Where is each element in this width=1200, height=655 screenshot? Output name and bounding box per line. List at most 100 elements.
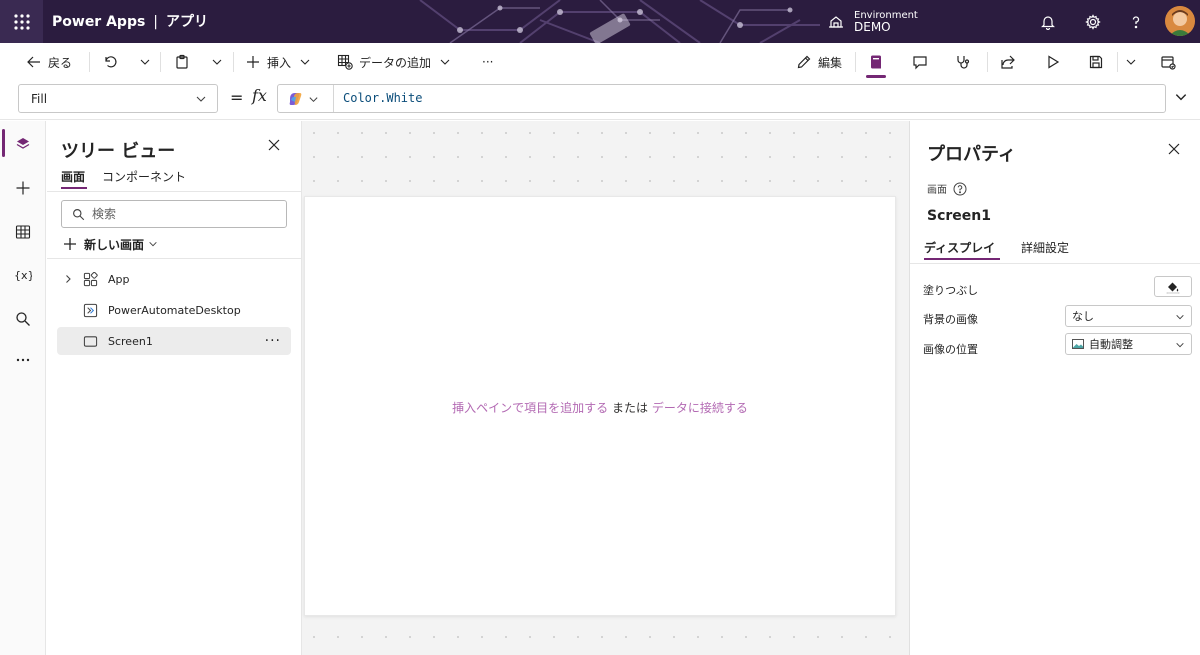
app-launcher-button[interactable]	[0, 0, 43, 43]
table-icon	[15, 224, 31, 240]
copilot-button[interactable]	[286, 90, 319, 108]
tree-node-app[interactable]: App	[57, 265, 291, 293]
divider	[987, 52, 988, 72]
control-type-label: 画面	[927, 185, 947, 196]
waffle-icon	[13, 13, 30, 30]
property-dropdown[interactable]: Fill	[18, 84, 218, 113]
tab-active-indicator	[61, 187, 87, 189]
properties-title: プロパティ	[927, 144, 1016, 165]
chevron-down-icon	[1175, 312, 1185, 322]
chevron-down-icon	[1175, 340, 1185, 350]
tab-components[interactable]: コンポーネント	[102, 168, 186, 185]
environment-name: DEMO	[854, 19, 891, 34]
save-dropdown-button[interactable]	[1125, 49, 1137, 75]
undo-icon	[102, 54, 118, 70]
book-icon	[868, 54, 884, 70]
canvas-area[interactable]: 挿入ペインで項目を追加する または データに接続する	[302, 121, 909, 655]
share-button[interactable]	[1000, 49, 1016, 75]
divider	[1117, 52, 1118, 72]
fx-icon: fx	[252, 86, 267, 105]
search-input[interactable]	[92, 205, 272, 223]
publish-button[interactable]	[1160, 49, 1176, 75]
connect-to-data-link[interactable]: データに接続する	[652, 401, 748, 415]
node-more-button[interactable]: ···	[265, 333, 281, 349]
settings-button[interactable]	[1078, 7, 1108, 37]
insert-button[interactable]: 挿入	[245, 49, 311, 75]
undo-dropdown-button[interactable]	[139, 49, 151, 75]
comments-button[interactable]	[912, 49, 928, 75]
add-from-insert-pane-link[interactable]: 挿入ペインで項目を追加する	[452, 401, 608, 415]
environment-icon	[828, 14, 844, 30]
chevron-down-icon	[211, 56, 223, 68]
search-pane-button[interactable]	[8, 304, 38, 334]
more-icon	[15, 352, 31, 368]
app-icon	[83, 271, 98, 287]
equals-sign: =	[230, 88, 244, 107]
chevron-right-icon[interactable]	[61, 274, 75, 284]
rail-active-indicator	[2, 129, 5, 157]
avatar[interactable]	[1165, 6, 1195, 36]
app-title: Power Apps | アプリ	[52, 11, 208, 31]
svg-text:{x}: {x}	[14, 269, 32, 282]
chevron-down-icon	[439, 56, 451, 68]
new-screen-button[interactable]: 新しい画面	[63, 234, 158, 254]
fill-color-picker[interactable]	[1154, 276, 1192, 297]
chevron-down-icon	[299, 56, 311, 68]
chevron-down-icon	[195, 93, 207, 105]
divider	[333, 85, 334, 112]
comment-icon	[912, 54, 928, 70]
clipboard-icon	[174, 54, 190, 70]
screen-icon	[83, 334, 98, 349]
fill-label: 塗りつぶし	[923, 284, 979, 297]
divider	[910, 263, 1200, 264]
add-data-button[interactable]: データの追加	[337, 49, 451, 75]
variables-button[interactable]: {x}	[8, 260, 38, 290]
notifications-button[interactable]	[1033, 7, 1063, 37]
left-rail: {x}	[0, 121, 46, 655]
bell-icon	[1040, 14, 1056, 30]
new-screen-label: 新しい画面	[84, 237, 145, 252]
more-options-button[interactable]	[8, 345, 38, 375]
paste-button[interactable]	[174, 49, 190, 75]
formula-text[interactable]: Color.White	[343, 91, 422, 105]
screen-canvas[interactable]: 挿入ペインで項目を追加する または データに接続する	[304, 196, 896, 616]
health-check-button[interactable]	[955, 49, 971, 75]
app-checker-button[interactable]	[868, 49, 884, 75]
app-header: Power Apps | アプリ Environment DEMO	[0, 0, 1200, 43]
tree-node-screen1[interactable]: Screen1 ···	[57, 327, 291, 355]
save-button[interactable]	[1088, 49, 1104, 75]
tab-display[interactable]: ディスプレイ	[924, 239, 995, 256]
formula-input[interactable]: Color.White	[277, 84, 1166, 113]
tree-node-powerautomatedesktop[interactable]: PowerAutomateDesktop	[57, 296, 291, 324]
title-separator: |	[153, 14, 159, 30]
close-tree-view-button[interactable]	[267, 138, 281, 152]
help-button[interactable]	[1121, 7, 1151, 37]
active-indicator	[866, 75, 886, 78]
preview-button[interactable]	[1045, 49, 1061, 75]
close-properties-button[interactable]	[1167, 142, 1181, 156]
undo-button[interactable]	[102, 49, 118, 75]
gear-icon	[1085, 14, 1101, 30]
background-image-value: なし	[1072, 310, 1094, 323]
divider	[233, 52, 234, 72]
insert-pane-button[interactable]	[8, 173, 38, 203]
edit-button[interactable]: 編集	[796, 49, 842, 75]
back-button[interactable]: 戻る	[26, 49, 72, 75]
tab-screens[interactable]: 画面	[61, 168, 85, 185]
divider	[47, 191, 301, 192]
variables-icon: {x}	[14, 267, 32, 283]
environment-picker[interactable]: Environment DEMO	[828, 4, 930, 40]
paste-dropdown-button[interactable]	[211, 49, 223, 75]
flow-icon	[83, 303, 98, 318]
tree-view-button[interactable]	[8, 129, 38, 159]
more-commands-button[interactable]: ···	[482, 49, 493, 75]
divider	[89, 52, 90, 72]
image-position-dropdown[interactable]: 自動調整	[1065, 333, 1192, 355]
tab-advanced[interactable]: 詳細設定	[1021, 239, 1069, 256]
help-circle-icon[interactable]	[953, 182, 967, 196]
background-image-dropdown[interactable]: なし	[1065, 305, 1192, 327]
expand-formula-button[interactable]	[1174, 90, 1188, 104]
image-icon	[1072, 338, 1084, 350]
data-pane-button[interactable]	[8, 217, 38, 247]
hint-or-text: または	[611, 401, 648, 415]
